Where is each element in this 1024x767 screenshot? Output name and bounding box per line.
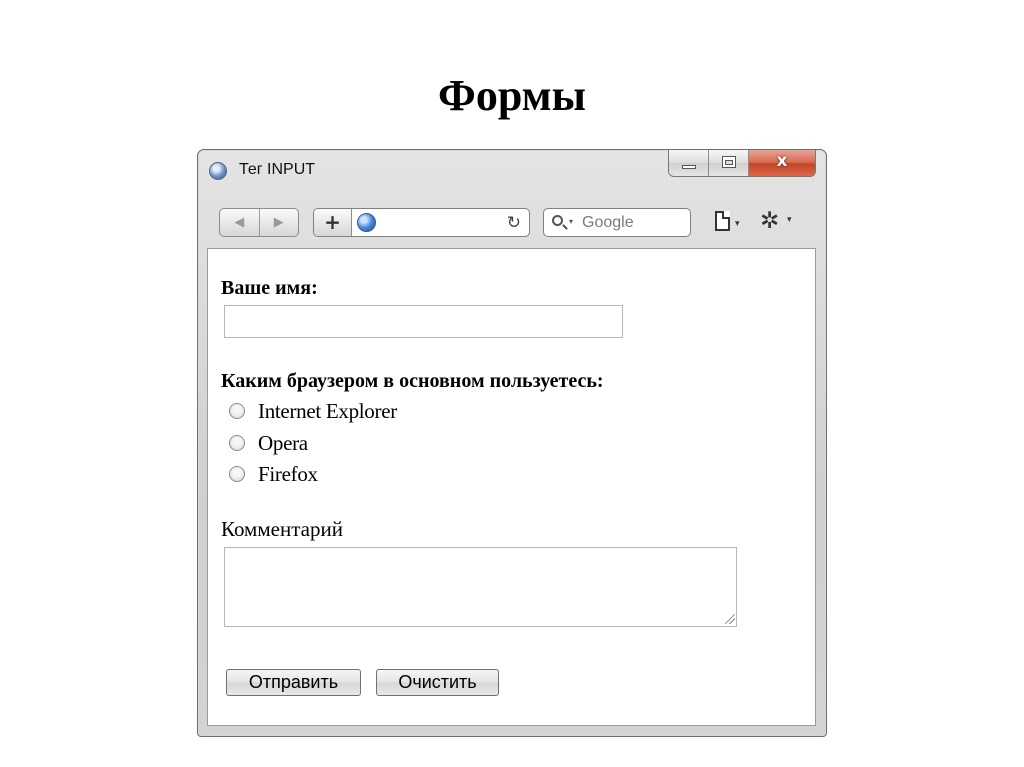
name-label: Ваше имя: bbox=[221, 277, 318, 299]
window-title: Тег INPUT bbox=[239, 161, 316, 178]
chevron-down-icon: ▾ bbox=[735, 219, 740, 229]
search-icon bbox=[552, 215, 563, 226]
search-input[interactable] bbox=[582, 213, 682, 233]
resize-grip-icon[interactable] bbox=[725, 614, 735, 624]
close-button[interactable]: x bbox=[749, 150, 815, 176]
nav-buttons: ◀ ▶ bbox=[219, 208, 299, 237]
close-icon: x bbox=[776, 151, 788, 171]
comment-label: Комментарий bbox=[221, 517, 343, 541]
minimize-button[interactable] bbox=[669, 150, 709, 176]
name-input[interactable] bbox=[224, 305, 623, 338]
maximize-button[interactable] bbox=[709, 150, 749, 176]
gear-icon: ✲ bbox=[760, 208, 780, 234]
page-icon bbox=[715, 211, 730, 231]
radio-button[interactable] bbox=[229, 466, 245, 482]
radio-label: Internet Explorer bbox=[258, 398, 397, 423]
settings-menu-button[interactable]: ✲ ▾ bbox=[760, 207, 800, 235]
radio-option-opera[interactable]: Opera bbox=[229, 431, 308, 455]
search-engine-dropdown-icon[interactable]: ▾ bbox=[569, 217, 573, 226]
address-bar[interactable]: + ↻ bbox=[313, 208, 530, 237]
back-button[interactable]: ◀ bbox=[220, 209, 259, 236]
add-bookmark-button[interactable]: + bbox=[314, 209, 352, 236]
forward-button[interactable]: ▶ bbox=[258, 209, 299, 236]
minimize-icon bbox=[682, 165, 696, 169]
reload-icon[interactable]: ↻ bbox=[507, 210, 521, 236]
comment-textarea[interactable] bbox=[224, 547, 737, 627]
radio-button[interactable] bbox=[229, 403, 245, 419]
page-content: Ваше имя: Каким браузером в основном пол… bbox=[207, 248, 816, 726]
radio-option-internet-explorer[interactable]: Internet Explorer bbox=[229, 399, 397, 423]
maximize-icon bbox=[722, 156, 736, 168]
chevron-down-icon: ▾ bbox=[787, 215, 792, 225]
browser-window: Тег INPUT x ◀ ▶ + ↻ ▾ Google ▾ ✲ ▾ Ваше … bbox=[197, 149, 827, 737]
reset-button[interactable]: Очистить bbox=[376, 669, 499, 696]
browser-question-label: Каким браузером в основном пользуетесь: bbox=[221, 370, 604, 392]
window-caption-buttons: x bbox=[668, 150, 816, 177]
radio-button[interactable] bbox=[229, 435, 245, 451]
submit-button[interactable]: Отправить bbox=[226, 669, 361, 696]
title-bar[interactable]: Тег INPUT x bbox=[198, 150, 826, 190]
radio-option-firefox[interactable]: Firefox bbox=[229, 462, 318, 486]
page-menu-button[interactable]: ▾ bbox=[715, 211, 747, 235]
globe-icon bbox=[357, 213, 376, 232]
browser-toolbar: ◀ ▶ + ↻ ▾ ▾ ✲ ▾ bbox=[207, 190, 817, 242]
app-compass-icon bbox=[209, 162, 227, 180]
slide-title: Формы bbox=[438, 71, 586, 120]
radio-label: Firefox bbox=[258, 461, 318, 486]
radio-label: Opera bbox=[258, 430, 308, 455]
search-box[interactable]: ▾ bbox=[543, 208, 691, 237]
